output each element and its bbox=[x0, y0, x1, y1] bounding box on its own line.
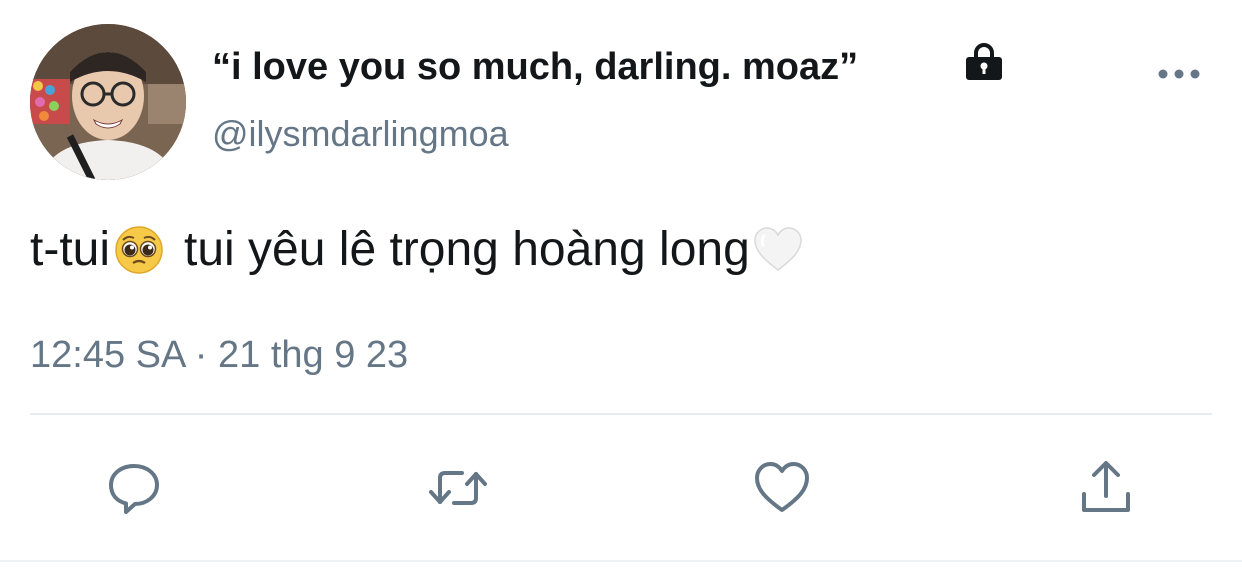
more-icon[interactable] bbox=[1156, 62, 1202, 86]
lock-icon bbox=[966, 43, 1002, 80]
heart-icon bbox=[755, 462, 809, 512]
share-icon bbox=[1082, 461, 1130, 512]
white-heart-emoji bbox=[754, 227, 802, 271]
reply-icon bbox=[109, 464, 159, 514]
tweet-text-main: tui yêu lê trọng hoàng long bbox=[184, 223, 750, 276]
tweet-text: t-tui tui yêu lê trọng hoàng long bbox=[30, 220, 804, 280]
tweet-text-start: t-tui bbox=[30, 223, 111, 276]
share-button[interactable] bbox=[1076, 458, 1136, 518]
retweet-icon bbox=[429, 471, 487, 505]
user-handle[interactable]: @ilysmdarlingmoa bbox=[212, 112, 509, 156]
avatar[interactable] bbox=[30, 24, 186, 180]
pleading-face-emoji bbox=[115, 226, 163, 274]
display-name[interactable]: “i love you so much, darling. moaz” bbox=[212, 44, 858, 90]
divider bbox=[30, 413, 1212, 415]
like-button[interactable] bbox=[752, 458, 812, 518]
avatar-image bbox=[30, 24, 186, 180]
tweet-card: “i love you so much, darling. moaz” @ily… bbox=[0, 0, 1242, 579]
tweet-timestamp[interactable]: 12:45 SA · 21 thg 9 23 bbox=[30, 332, 408, 378]
retweet-button[interactable] bbox=[428, 458, 488, 518]
bottom-divider bbox=[0, 560, 1242, 562]
reply-button[interactable] bbox=[104, 458, 164, 518]
